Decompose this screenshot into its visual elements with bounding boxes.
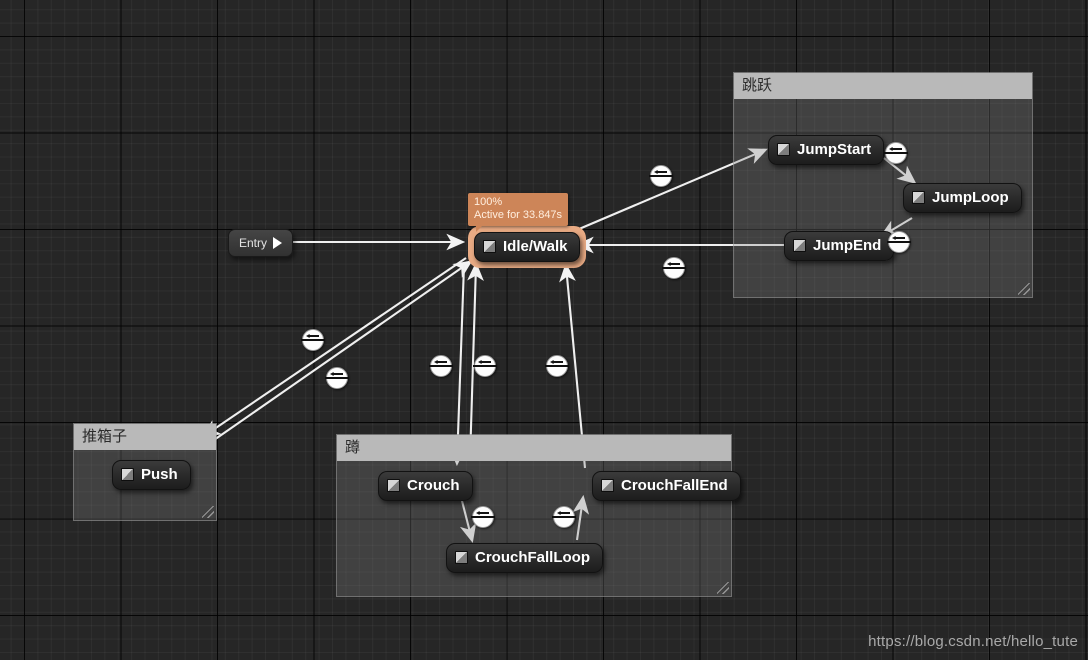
comment-group-jump-title: 跳跃 — [734, 73, 1032, 99]
transition-arrow-icon[interactable] — [662, 257, 686, 279]
state-node-label: CrouchFallEnd — [621, 477, 728, 494]
state-node-jumploop[interactable]: JumpLoop — [903, 183, 1022, 213]
state-machine-canvas[interactable]: 跳跃 JumpStart JumpLoop JumpEnd 推箱子 Push 蹲… — [0, 0, 1088, 660]
wire-push-to-idle — [213, 260, 473, 441]
transition-arrow-icon[interactable] — [887, 231, 911, 253]
state-node-idle-walk-selected[interactable]: Idle/Walk — [468, 226, 587, 268]
transition-arrow-icon[interactable] — [471, 506, 495, 528]
transition-arrow-icon[interactable] — [552, 506, 576, 528]
state-node-label: JumpEnd — [813, 237, 882, 254]
transition-arrow-icon[interactable] — [649, 165, 673, 187]
state-square-icon — [912, 191, 925, 204]
state-square-icon — [601, 479, 614, 492]
state-node-label: JumpStart — [797, 141, 872, 158]
play-triangle-icon — [273, 237, 283, 249]
state-node-crouchfallloop[interactable]: CrouchFallLoop — [446, 543, 603, 573]
state-square-icon — [121, 468, 134, 481]
transition-arrow-icon[interactable] — [884, 142, 908, 164]
state-node-idle-walk[interactable]: Idle/Walk — [474, 232, 581, 262]
state-square-icon — [777, 143, 790, 156]
state-node-crouch[interactable]: Crouch — [378, 471, 473, 501]
state-node-label: JumpLoop — [932, 189, 1009, 206]
resize-grip-icon[interactable] — [202, 506, 214, 518]
state-node-jumpstart[interactable]: JumpStart — [768, 135, 885, 165]
watermark-text: https://blog.csdn.net/hello_tute — [868, 633, 1078, 650]
transition-arrow-icon[interactable] — [301, 329, 325, 351]
state-node-label: Push — [141, 466, 178, 483]
state-node-label: CrouchFallLoop — [475, 549, 590, 566]
state-node-label: Idle/Walk — [503, 238, 568, 255]
state-square-icon — [793, 239, 806, 252]
state-node-crouchfallend[interactable]: CrouchFallEnd — [592, 471, 741, 501]
active-state-duration: Active for 33.847s — [474, 209, 563, 221]
active-state-percent: 100% — [474, 196, 503, 208]
state-node-jumpend[interactable]: JumpEnd — [784, 231, 895, 261]
state-square-icon — [483, 240, 496, 253]
resize-grip-icon[interactable] — [717, 582, 729, 594]
resize-grip-icon[interactable] — [1018, 283, 1030, 295]
active-state-tooltip: 100% Active for 33.847s — [468, 193, 569, 232]
state-node-label: Crouch — [407, 477, 460, 494]
wire-idle-to-push — [201, 257, 467, 438]
state-square-icon — [455, 551, 468, 564]
entry-node-label: Entry — [239, 236, 268, 250]
state-square-icon — [387, 479, 400, 492]
transition-arrow-icon[interactable] — [429, 355, 453, 377]
transition-arrow-icon[interactable] — [545, 355, 569, 377]
comment-group-crouch-title: 蹲 — [337, 435, 731, 461]
entry-node[interactable]: Entry — [228, 229, 294, 257]
state-node-push[interactable]: Push — [112, 460, 191, 490]
transition-arrow-icon[interactable] — [325, 367, 349, 389]
transition-arrow-icon[interactable] — [473, 355, 497, 377]
comment-group-push-title: 推箱子 — [74, 424, 216, 450]
